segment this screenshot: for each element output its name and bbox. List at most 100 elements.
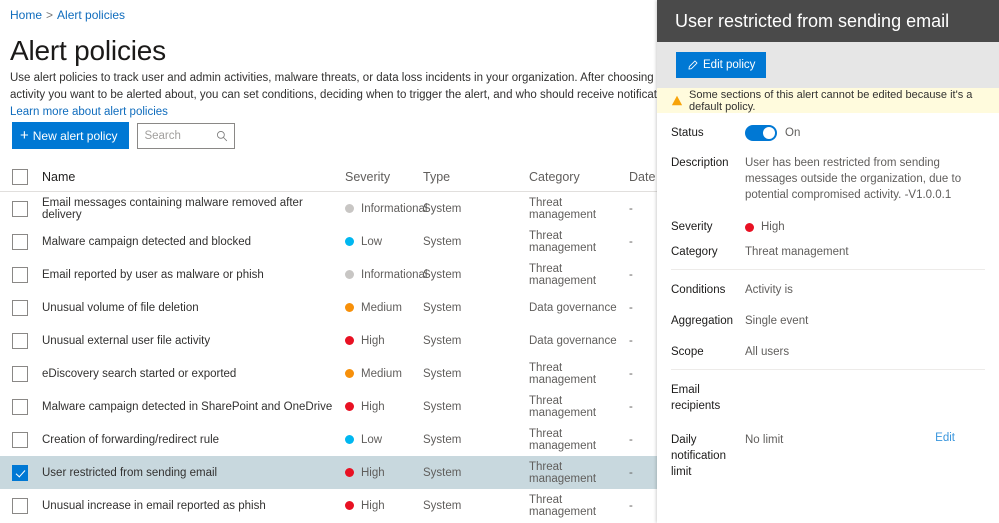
search-box[interactable]	[137, 122, 236, 149]
breadcrumb: Home > Alert policies	[10, 8, 125, 22]
learn-more-link[interactable]: Learn more about alert policies	[10, 106, 168, 118]
row-severity: High	[345, 401, 423, 413]
app-root: Home > Alert policies Alert policies Use a…	[0, 0, 999, 523]
column-header-date-modified[interactable]: Date m	[629, 170, 657, 184]
row-name: Unusual volume of file deletion	[42, 301, 199, 314]
command-bar: + New alert policy	[12, 122, 236, 149]
row-type: System	[423, 466, 462, 479]
column-header-severity[interactable]: Severity	[345, 170, 423, 184]
edit-policy-button[interactable]: Edit policy	[676, 52, 767, 78]
table-row[interactable]: Email reported by user as malware or phi…	[0, 258, 657, 291]
table-body: Email messages containing malware remove…	[0, 192, 657, 522]
row-severity-label: High	[361, 499, 385, 512]
row-checkbox[interactable]	[12, 332, 28, 349]
page-title: Alert policies	[10, 35, 166, 66]
breadcrumb-separator: >	[46, 8, 54, 22]
aggregation-label: Aggregation	[671, 315, 734, 327]
panel-title: User restricted from sending email	[675, 10, 950, 31]
field-conditions: Conditions Activity is	[671, 282, 985, 298]
row-checkbox[interactable]	[12, 464, 28, 481]
column-header-type[interactable]: Type	[423, 170, 529, 184]
row-select-cell	[12, 200, 42, 217]
row-severity-label: Informational	[361, 268, 428, 281]
row-select-cell	[12, 398, 42, 415]
severity-dot-icon	[345, 336, 354, 345]
row-name: eDiscovery search started or exported	[42, 367, 237, 380]
row-type: System	[423, 268, 462, 281]
row-date-modified: -	[629, 301, 633, 314]
row-select-cell	[12, 233, 42, 250]
search-input[interactable]	[138, 123, 235, 148]
table-row[interactable]: User restricted from sending email High Sy…	[0, 456, 657, 489]
row-select-cell	[12, 266, 42, 283]
row-type: System	[423, 433, 462, 446]
table-row[interactable]: Malware campaign detected in SharePoint …	[0, 390, 657, 423]
row-name: Email reported by user as malware or phi…	[42, 268, 264, 281]
row-checkbox[interactable]	[12, 365, 28, 382]
table-row[interactable]: Creation of forwarding/redirect rule Low S…	[0, 423, 657, 456]
row-checkbox[interactable]	[12, 398, 28, 415]
description-value: User has been restricted from sending me…	[745, 157, 962, 201]
row-type: System	[423, 202, 462, 215]
row-date-modified: -	[629, 235, 633, 248]
panel-header: User restricted from sending email	[657, 0, 999, 42]
row-name: Unusual external user file activity	[42, 334, 211, 347]
panel-body: Status On Description User has been rest…	[657, 113, 999, 480]
status-toggle[interactable]	[745, 125, 777, 141]
row-severity-label: Low	[361, 235, 383, 248]
daily-limit-label: Daily notification limit	[671, 434, 726, 478]
row-category: Data governance	[529, 301, 617, 314]
severity-value: High	[761, 221, 785, 233]
select-all-checkbox[interactable]	[12, 168, 28, 185]
table-row[interactable]: Email messages containing malware remove…	[0, 192, 657, 225]
scope-label: Scope	[671, 346, 704, 358]
row-category: Threat management	[529, 427, 597, 452]
warning-text: Some sections of this alert cannot be ed…	[689, 88, 973, 113]
row-severity: Informational	[345, 269, 427, 281]
new-alert-policy-button[interactable]: + New alert policy	[12, 122, 130, 149]
row-severity: Medium	[345, 302, 423, 314]
breadcrumb-home[interactable]: Home	[10, 8, 42, 22]
edit-link[interactable]: Edit	[935, 432, 955, 444]
row-type: System	[423, 367, 462, 380]
row-severity: High	[345, 335, 423, 347]
row-severity: Informational	[345, 203, 427, 215]
row-checkbox[interactable]	[12, 497, 28, 514]
status-value: On	[785, 127, 801, 139]
table-row[interactable]: eDiscovery search started or exported Med…	[0, 357, 657, 390]
row-checkbox[interactable]	[12, 200, 28, 217]
row-name: User restricted from sending email	[42, 466, 218, 479]
row-severity-label: High	[361, 466, 385, 479]
row-severity-label: Low	[361, 433, 383, 446]
category-label: Category	[671, 246, 718, 258]
severity-dot-icon	[345, 270, 354, 279]
row-type: System	[423, 400, 462, 413]
table-row[interactable]: Unusual volume of file deletion Medium Sys…	[0, 291, 657, 324]
email-recipients-label: Email recipients	[671, 384, 721, 412]
status-label: Status	[671, 127, 704, 139]
panel-toolbar: Edit policy	[657, 42, 999, 88]
aggregation-value: Single event	[745, 315, 809, 327]
row-select-cell	[12, 431, 42, 448]
panel-divider-2	[671, 369, 985, 370]
row-checkbox[interactable]	[12, 266, 28, 283]
row-severity: Medium	[345, 368, 423, 380]
row-category: Threat management	[529, 460, 597, 485]
panel-divider-1	[671, 269, 985, 270]
row-checkbox[interactable]	[12, 431, 28, 448]
column-header-name[interactable]: Name	[42, 170, 345, 184]
row-checkbox[interactable]	[12, 299, 28, 316]
table-row[interactable]: Unusual increase in email reported as ph…	[0, 489, 657, 522]
breadcrumb-current[interactable]: Alert policies	[57, 8, 125, 22]
table-row[interactable]: Malware campaign detected and blocked Low…	[0, 225, 657, 258]
status-value-wrap: On	[745, 125, 985, 146]
column-header-category[interactable]: Category	[529, 170, 629, 184]
table-row[interactable]: Unusual external user file activity High S…	[0, 324, 657, 357]
row-date-modified: -	[629, 367, 633, 380]
row-checkbox[interactable]	[12, 233, 28, 250]
row-category: Threat management	[529, 361, 597, 386]
row-category: Threat management	[529, 262, 597, 287]
row-name: Malware campaign detected in SharePoint …	[42, 400, 333, 413]
alert-policies-page: Home > Alert policies Alert policies Use a…	[0, 0, 657, 523]
row-severity-label: Medium	[361, 301, 402, 314]
